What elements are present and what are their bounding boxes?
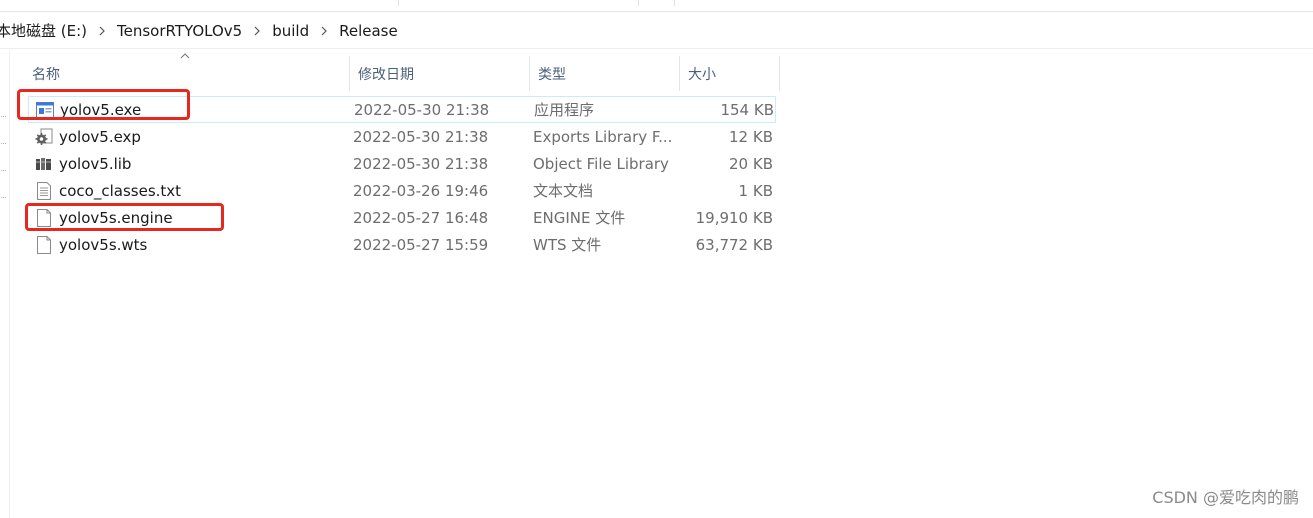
table-row[interactable]: coco_classes.txt 2022-03-26 19:46 文本文档 1… (28, 177, 776, 204)
file-size: 12 KB (729, 127, 773, 146)
file-name[interactable]: yolov5s.wts (56, 236, 353, 254)
breadcrumb-item-build[interactable]: build (268, 22, 313, 40)
file-type: Object File Library (533, 154, 669, 173)
file-type: Exports Library F... (533, 127, 673, 146)
text-file-icon (32, 181, 56, 201)
table-row[interactable]: yolov5s.wts 2022-05-27 15:59 WTS 文件 63,7… (28, 231, 776, 258)
file-date: 2022-05-27 15:59 (353, 235, 489, 254)
file-name[interactable]: yolov5.lib (56, 155, 353, 173)
table-row[interactable]: yolov5.lib 2022-05-30 21:38 Object File … (28, 150, 776, 177)
file-name[interactable]: yolov5.exe (57, 101, 354, 119)
file-date: 2022-05-27 16:48 (353, 208, 489, 227)
window-top-strip (0, 0, 1313, 12)
column-header-name-label: 名称 (32, 66, 60, 83)
column-header-size[interactable]: 大小 (680, 56, 780, 91)
file-date: 2022-05-30 21:38 (353, 127, 489, 146)
file-name[interactable]: yolov5.exp (56, 128, 353, 146)
file-type: WTS 文件 (533, 236, 602, 254)
column-header-date-label: 修改日期 (358, 66, 414, 83)
file-name[interactable]: coco_classes.txt (56, 182, 353, 200)
column-header-size-label: 大小 (688, 66, 716, 83)
chevron-right-icon[interactable] (91, 26, 113, 36)
file-name[interactable]: yolov5s.engine (56, 209, 353, 227)
table-row[interactable]: yolov5.exe 2022-05-30 21:38 应用程序 154 KB (28, 96, 776, 123)
sort-ascending-icon (180, 53, 190, 59)
watermark-text: CSDN @爱吃肉的鹏 (1152, 488, 1299, 507)
file-type: ENGINE 文件 (533, 209, 626, 227)
file-size: 63,772 KB (695, 235, 773, 254)
chevron-right-icon[interactable] (313, 26, 335, 36)
file-date: 2022-03-26 19:46 (353, 181, 489, 200)
gear-file-icon (32, 127, 56, 147)
address-breadcrumb[interactable]: 本地磁盘 (E:) TensorRTYOLOv5 build Release (0, 13, 1313, 49)
file-date: 2022-05-30 21:38 (354, 100, 490, 119)
breadcrumb-item-project[interactable]: TensorRTYOLOv5 (113, 22, 246, 40)
file-type: 文本文档 (533, 182, 594, 200)
table-row[interactable]: yolov5.exp 2022-05-30 21:38 Exports Libr… (28, 123, 776, 150)
file-date: 2022-05-30 21:38 (353, 154, 489, 173)
file-size: 154 KB (720, 100, 774, 119)
file-size: 1 KB (738, 181, 773, 200)
library-icon (32, 154, 56, 174)
blank-file-icon (32, 208, 56, 228)
column-header-type[interactable]: 类型 (530, 56, 680, 91)
breadcrumb-item-drive[interactable]: 本地磁盘 (E:) (0, 20, 91, 41)
column-header-row: 名称 修改日期 类型 大小 (22, 53, 780, 91)
column-header-type-label: 类型 (538, 66, 566, 83)
column-header-name[interactable]: 名称 (22, 53, 350, 91)
table-row[interactable]: yolov5s.engine 2022-05-27 16:48 ENGINE 文… (28, 204, 776, 231)
blank-file-icon (32, 235, 56, 255)
chevron-right-icon[interactable] (246, 26, 268, 36)
column-header-date[interactable]: 修改日期 (350, 56, 530, 91)
file-size: 20 KB (729, 154, 773, 173)
exe-icon (33, 100, 57, 120)
file-type: 应用程序 (534, 101, 595, 119)
file-list: 名称 修改日期 类型 大小 yolov5.exe 2022-05-30 21:3… (0, 50, 1313, 518)
file-size: 19,910 KB (695, 208, 773, 227)
breadcrumb-item-release[interactable]: Release (335, 22, 402, 40)
